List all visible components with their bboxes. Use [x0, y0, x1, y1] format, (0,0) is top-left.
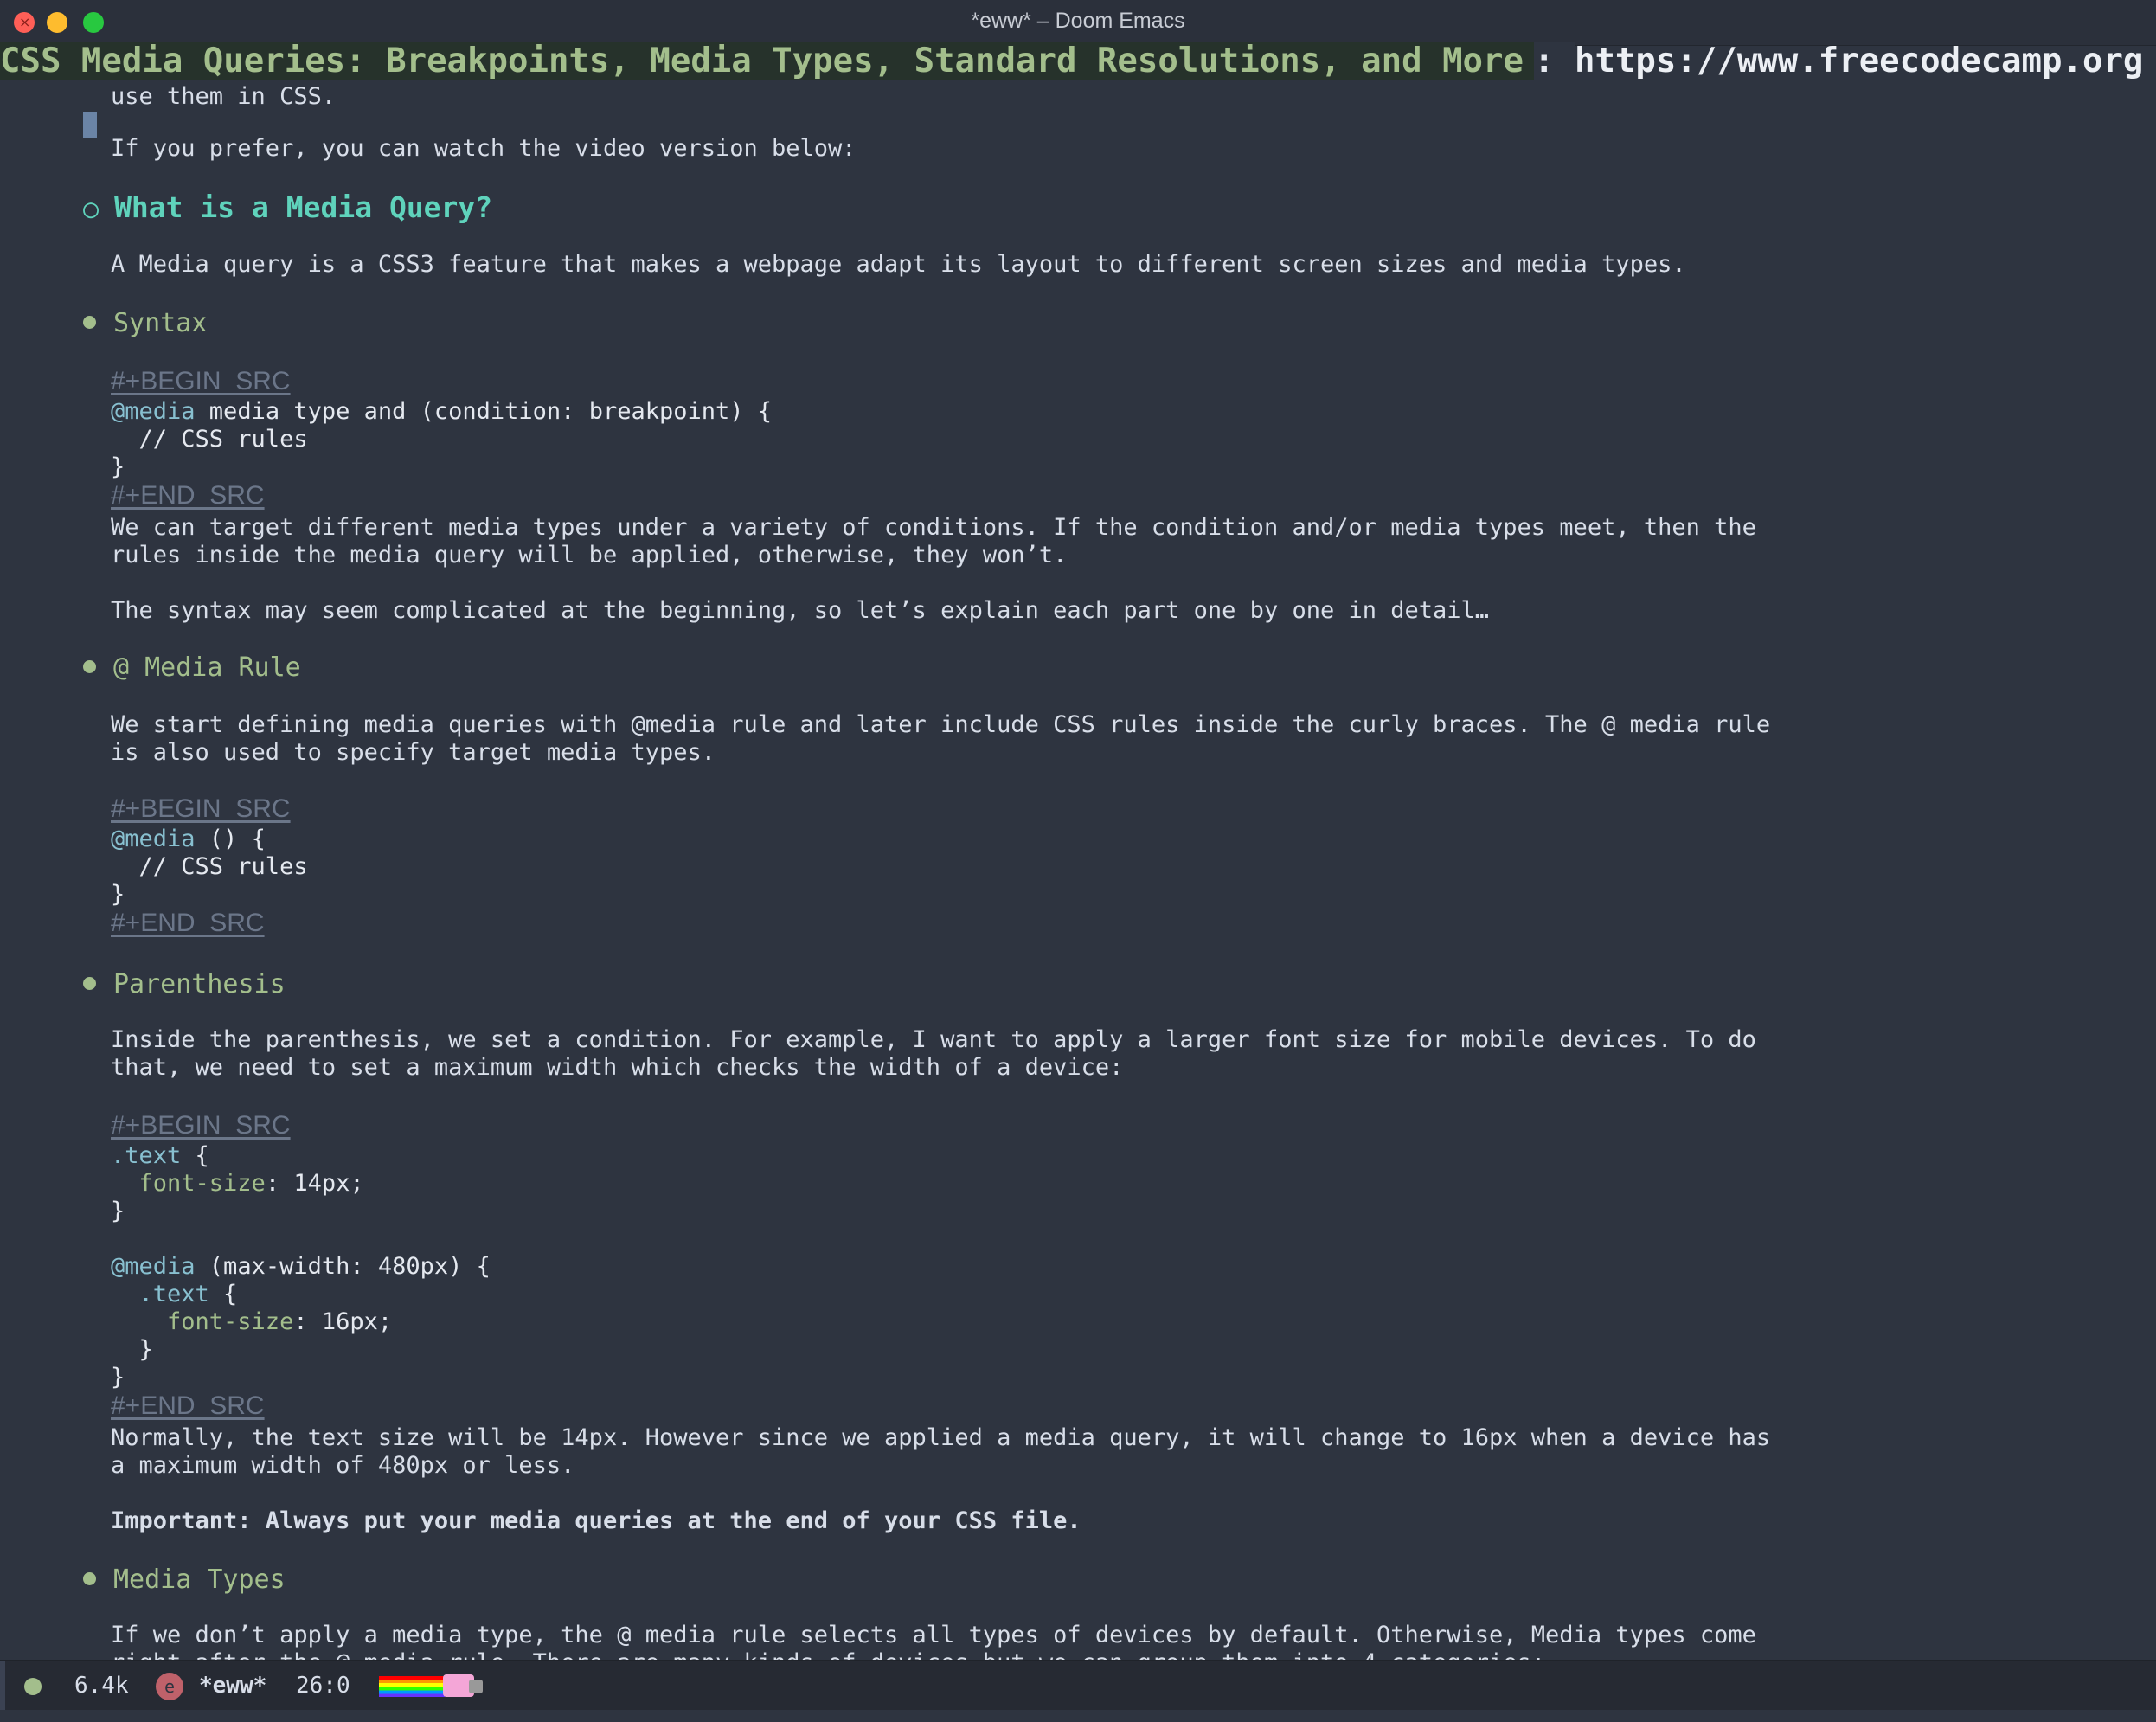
window-title: *eww* – Doom Emacs: [971, 9, 1185, 33]
text-line: If we don’t apply a media type, the @ me…: [111, 1622, 1756, 1648]
code-line: }: [111, 1364, 125, 1391]
modeline-accent-bar: [0, 1661, 5, 1711]
code-line: @media (max-width: 480px) {: [111, 1253, 491, 1280]
code-line: @media media type and (condition: breakp…: [111, 398, 773, 425]
code-line: }: [111, 1198, 125, 1224]
text-line: The syntax may seem complicated at the b…: [111, 597, 1490, 624]
hollow-bullet-icon: ○: [83, 194, 99, 224]
text-line: We can target different media types unde…: [111, 514, 1756, 541]
text-line: Normally, the text size will be 14px. Ho…: [111, 1424, 1771, 1451]
title-bar: × *eww* – Doom Emacs: [0, 0, 2156, 46]
src-begin-marker: #+BEGIN_SRC: [111, 794, 291, 823]
page-url[interactable]: https://www.freecodecamp.org: [1575, 42, 2143, 80]
code-line: }: [111, 881, 125, 908]
text-line: use them in CSS.: [111, 83, 337, 110]
code-line: @media () {: [111, 826, 266, 852]
text-line: a maximum width of 480px or less.: [111, 1452, 575, 1479]
bottom-strip: [0, 1710, 2156, 1722]
text-line: If you prefer, you can watch the video v…: [111, 135, 857, 162]
bullet-icon: [83, 1572, 96, 1585]
code-line: font-size: 16px;: [111, 1308, 393, 1335]
mode-line: 6.4k e *eww* 26:0: [0, 1660, 2156, 1711]
code-line: }: [111, 1336, 153, 1363]
heading-syntax: Syntax: [83, 308, 207, 339]
nyan-rainbow-icon: [379, 1676, 445, 1697]
text-line: right after the @ media rule. There are …: [111, 1649, 1545, 1660]
text-cursor: [83, 112, 97, 138]
heading-media-types: Media Types: [83, 1565, 286, 1596]
text-line: rules inside the media query will be app…: [111, 542, 1068, 569]
code-line: // CSS rules: [111, 853, 308, 880]
src-end-marker: #+END_SRC: [111, 909, 265, 937]
src-end-marker: #+END_SRC: [111, 481, 265, 510]
text-line: that, we need to set a maximum width whi…: [111, 1054, 1124, 1081]
code-line: .text {: [111, 1281, 238, 1308]
code-line: font-size: 14px;: [111, 1170, 364, 1197]
code-line: }: [111, 453, 125, 480]
buffer-name[interactable]: *eww*: [199, 1661, 266, 1711]
eww-mode-icon: e: [156, 1673, 183, 1700]
bullet-icon: [83, 316, 96, 329]
code-line: // CSS rules: [111, 426, 308, 453]
heading-media-rule: @ Media Rule: [83, 652, 301, 684]
buffer-state-dot-icon: [24, 1678, 42, 1695]
header-separator: :: [1534, 42, 1575, 80]
src-begin-marker: #+BEGIN_SRC: [111, 1111, 291, 1140]
text-line: is also used to specify target media typ…: [111, 739, 715, 766]
page-title: CSS Media Queries: Breakpoints, Media Ty…: [0, 42, 1534, 80]
text-line: Inside the parenthesis, we set a conditi…: [111, 1026, 1756, 1053]
bullet-icon: [83, 660, 96, 673]
bullet-icon: [83, 977, 96, 990]
text-line: A Media query is a CSS3 feature that mak…: [111, 251, 1686, 278]
src-begin-marker: #+BEGIN_SRC: [111, 367, 291, 395]
eww-buffer[interactable]: use them in CSS. If you prefer, you can …: [0, 81, 2156, 1660]
important-note: Important: Always put your media queries…: [111, 1507, 1081, 1534]
buffer-size: 6.4k: [74, 1673, 129, 1699]
text-line: We start defining media queries with @me…: [111, 711, 1771, 738]
src-end-marker: #+END_SRC: [111, 1391, 265, 1420]
heading-parenthesis: Parenthesis: [83, 969, 286, 1000]
eww-header-line: CSS Media Queries: Breakpoints, Media Ty…: [0, 42, 2156, 81]
cursor-position: 26:0: [296, 1673, 350, 1699]
nyan-cat-icon: [443, 1674, 483, 1697]
code-line: .text {: [111, 1142, 209, 1169]
heading-what-is-media-query: ○ What is a Media Query?: [83, 190, 493, 224]
